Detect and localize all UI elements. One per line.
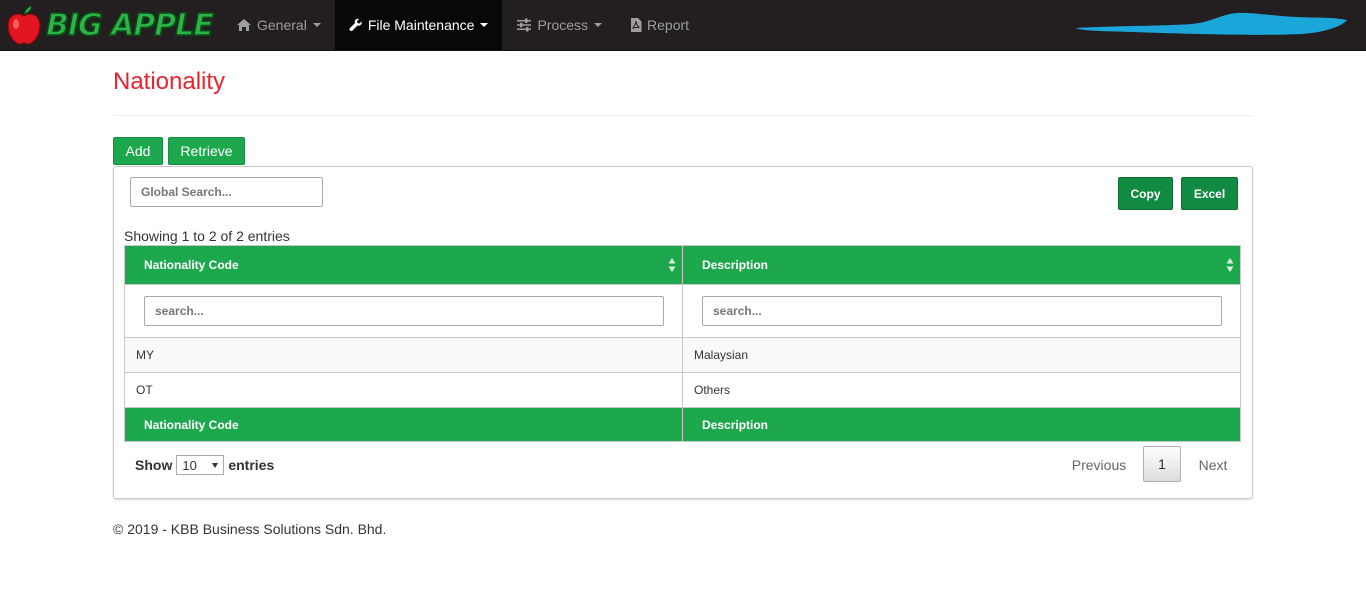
entries-label: entries bbox=[228, 457, 275, 473]
page-footer: © 2019 - KBB Business Solutions Sdn. Bhd… bbox=[113, 521, 387, 537]
next-page-button[interactable]: Next bbox=[1190, 447, 1236, 482]
nav-item-report[interactable]: Report bbox=[616, 0, 703, 50]
brand-logo[interactable]: BIG APPLE bbox=[4, 4, 215, 46]
description-filter-input[interactable]: search... bbox=[702, 296, 1222, 326]
home-icon bbox=[236, 18, 252, 32]
nav-item-process[interactable]: Process bbox=[502, 0, 616, 50]
nav-item-label: Report bbox=[647, 17, 690, 33]
table-cell-description[interactable]: Others bbox=[682, 372, 1241, 408]
nav-item-label: General bbox=[257, 17, 307, 33]
excel-button[interactable]: Excel bbox=[1181, 177, 1238, 210]
user-menu-redacted[interactable] bbox=[1072, 4, 1352, 38]
page-length-value: 10 bbox=[182, 457, 197, 473]
nav-item-general[interactable]: General bbox=[222, 0, 335, 50]
page-title: Nationality bbox=[113, 68, 226, 95]
nav-item-label: File Maintenance bbox=[367, 17, 475, 33]
page-length-select[interactable]: 10 bbox=[176, 455, 225, 475]
sort-icon bbox=[1226, 258, 1234, 272]
pdf-file-icon bbox=[630, 18, 642, 32]
sort-icon bbox=[668, 258, 676, 272]
main-nav: General File Maintenance Process Report bbox=[222, 0, 703, 50]
page-1-button[interactable]: 1 bbox=[1143, 446, 1181, 482]
nationality-code-filter-input[interactable]: search... bbox=[144, 296, 664, 326]
nav-item-file-maintenance[interactable]: File Maintenance bbox=[334, 0, 503, 50]
table-info: Showing 1 to 2 of 2 entries bbox=[124, 228, 290, 244]
column-footer-nationality-code: Nationality Code bbox=[124, 407, 683, 442]
chevron-down-icon bbox=[312, 23, 321, 27]
wrench-icon bbox=[349, 18, 363, 32]
column-header-description[interactable]: Description bbox=[682, 245, 1241, 285]
column-header-label: Nationality Code bbox=[144, 258, 239, 272]
column-header-nationality-code[interactable]: Nationality Code bbox=[124, 245, 683, 285]
column-footer-description: Description bbox=[682, 407, 1241, 442]
copy-button[interactable]: Copy bbox=[1118, 177, 1173, 210]
sliders-icon bbox=[516, 18, 532, 32]
table-cell-code[interactable]: MY bbox=[124, 337, 683, 373]
show-label: Show bbox=[135, 457, 173, 473]
table-cell-description[interactable]: Malaysian bbox=[682, 337, 1241, 373]
chevron-down-icon bbox=[480, 23, 489, 27]
top-navbar: BIG APPLE General File Maintenance Proce… bbox=[0, 0, 1366, 51]
table-cell-code[interactable]: OT bbox=[124, 372, 683, 408]
previous-page-button[interactable]: Previous bbox=[1064, 447, 1134, 482]
add-button[interactable]: Add bbox=[113, 137, 163, 165]
brand-name: BIG APPLE bbox=[45, 7, 214, 44]
column-header-label: Description bbox=[702, 258, 769, 272]
global-search-input[interactable]: Global Search... bbox=[130, 177, 323, 207]
nav-item-label: Process bbox=[537, 17, 589, 33]
page-length-control: Show 10 entries bbox=[135, 455, 274, 475]
divider bbox=[113, 115, 1253, 116]
chevron-down-icon bbox=[212, 462, 219, 468]
retrieve-button[interactable]: Retrieve bbox=[168, 137, 245, 165]
apple-icon bbox=[4, 4, 44, 46]
chevron-down-icon bbox=[594, 23, 603, 27]
